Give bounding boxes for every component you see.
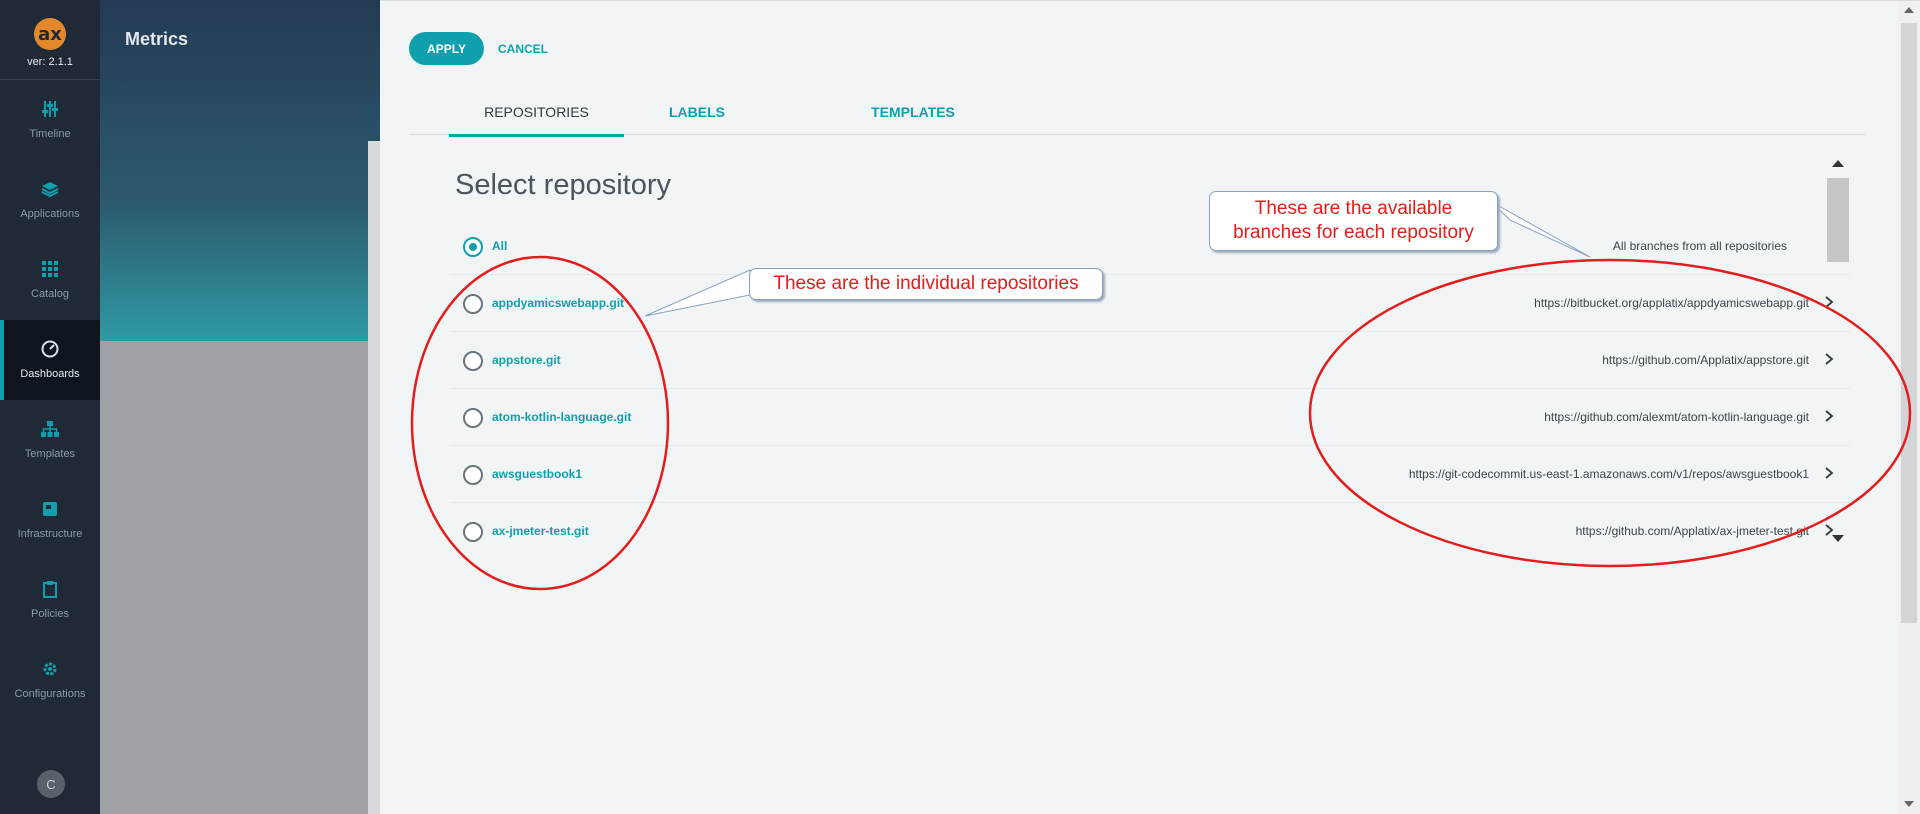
section-heading: Select repository	[455, 169, 671, 201]
left-nav: ax ver: 2.1.1 Timeline Applications Cata…	[0, 0, 100, 814]
nav-item-templates[interactable]: Templates	[0, 400, 100, 480]
repo-radio[interactable]	[463, 351, 483, 371]
page-scroll-down-icon[interactable]	[1904, 801, 1914, 807]
scroll-down-arrow-icon[interactable]	[1832, 535, 1844, 542]
repo-name: ax-jmeter-test.git	[492, 524, 589, 538]
gear-icon	[43, 662, 57, 676]
tab-templates[interactable]: TEMPLATES	[843, 89, 983, 135]
clipboard-icon	[43, 581, 57, 598]
grid-icon	[42, 261, 58, 277]
nav-label: Catalog	[31, 288, 69, 300]
repo-row[interactable]: appdyamicswebapp.git https://bitbucket.o…	[450, 275, 1850, 332]
hierarchy-icon	[41, 421, 59, 437]
cancel-button[interactable]: CANCEL	[498, 32, 548, 65]
tab-labels[interactable]: LABELS	[637, 89, 757, 135]
apply-button[interactable]: APPLY	[409, 32, 484, 65]
nav-label: Policies	[31, 608, 69, 620]
repo-row[interactable]: atom-kotlin-language.git https://github.…	[450, 389, 1850, 446]
repos-callout: These are the individual repositories	[749, 268, 1103, 300]
repo-row[interactable]: appstore.git https://github.com/Applatix…	[450, 332, 1850, 389]
repo-row[interactable]: awsguestbook1 https://git-codecommit.us-…	[450, 446, 1850, 503]
repo-url: https://github.com/alexmt/atom-kotlin-la…	[1544, 410, 1809, 424]
branches-callout: These are the available branches for eac…	[1209, 191, 1498, 251]
background-page-title: Metrics	[125, 29, 189, 49]
repo-radio[interactable]	[463, 294, 483, 314]
all-branches-caption: All branches from all repositories	[1612, 239, 1787, 253]
page-scroll-thumb[interactable]	[1901, 23, 1917, 623]
nav-label: Infrastructure	[17, 528, 83, 540]
nav-item-catalog[interactable]: Catalog	[0, 240, 100, 320]
tab-repositories[interactable]: REPOSITORIES	[449, 89, 624, 137]
nav-item-timeline[interactable]: Timeline	[0, 80, 100, 160]
repo-name: appdyamicswebapp.git	[492, 296, 625, 310]
nav-label: Applications	[20, 208, 80, 220]
repo-url: https://git-codecommit.us-east-1.amazona…	[1408, 467, 1809, 481]
radio-all[interactable]	[463, 237, 483, 257]
nav-label: Templates	[24, 448, 76, 460]
repo-name: appstore.git	[492, 353, 561, 367]
repo-row[interactable]: ax-jmeter-test.git https://github.com/Ap…	[450, 503, 1850, 560]
page-scrollbar[interactable]	[1898, 1, 1920, 814]
branches-callout-line-1: These are the available	[1254, 198, 1453, 219]
brand: ax ver: 2.1.1	[0, 0, 100, 80]
list-scrollbar[interactable]	[1821, 156, 1855, 546]
repo-name: atom-kotlin-language.git	[492, 410, 632, 424]
page-scroll-up-icon[interactable]	[1904, 7, 1914, 13]
server-icon	[43, 502, 57, 516]
user-avatar[interactable]: C	[37, 770, 65, 798]
nav-item-configurations[interactable]: Configurations	[0, 640, 100, 720]
repo-url: https://bitbucket.org/applatix/appdyamic…	[1534, 296, 1809, 310]
tab-bar: REPOSITORIES LABELS TEMPLATES	[409, 89, 1865, 137]
repo-radio[interactable]	[463, 522, 483, 542]
nav-label: Dashboards	[20, 368, 80, 380]
scroll-up-arrow-icon[interactable]	[1832, 160, 1844, 167]
repo-name: All	[492, 239, 508, 253]
nav-item-policies[interactable]: Policies	[0, 560, 100, 640]
version-label: ver: 2.1.1	[27, 56, 73, 68]
nav-item-applications[interactable]: Applications	[0, 160, 100, 240]
repo-radio[interactable]	[463, 465, 483, 485]
nav-item-dashboards[interactable]: Dashboards	[0, 320, 100, 400]
branches-callout-line-2: branches for each repository	[1233, 222, 1474, 243]
nav-label: Configurations	[14, 688, 86, 700]
layers-icon	[41, 182, 59, 198]
ax-logo[interactable]: ax	[34, 18, 66, 50]
gauge-icon	[41, 340, 59, 358]
repo-radio[interactable]	[463, 408, 483, 428]
background-content-edge	[368, 141, 380, 814]
nav-label: Timeline	[29, 128, 71, 140]
scroll-thumb[interactable]	[1827, 178, 1849, 262]
repo-name: awsguestbook1	[492, 467, 583, 481]
repo-url: https://github.com/Applatix/appstore.git	[1602, 353, 1809, 367]
nav-item-infrastructure[interactable]: Infrastructure	[0, 480, 100, 560]
repo-url: https://github.com/Applatix/ax-jmeter-te…	[1575, 524, 1809, 538]
filter-panel: APPLY CANCEL REPOSITORIES LABELS TEMPLAT…	[380, 0, 1920, 814]
background-header	[100, 0, 380, 341]
sliders-icon	[42, 101, 58, 117]
